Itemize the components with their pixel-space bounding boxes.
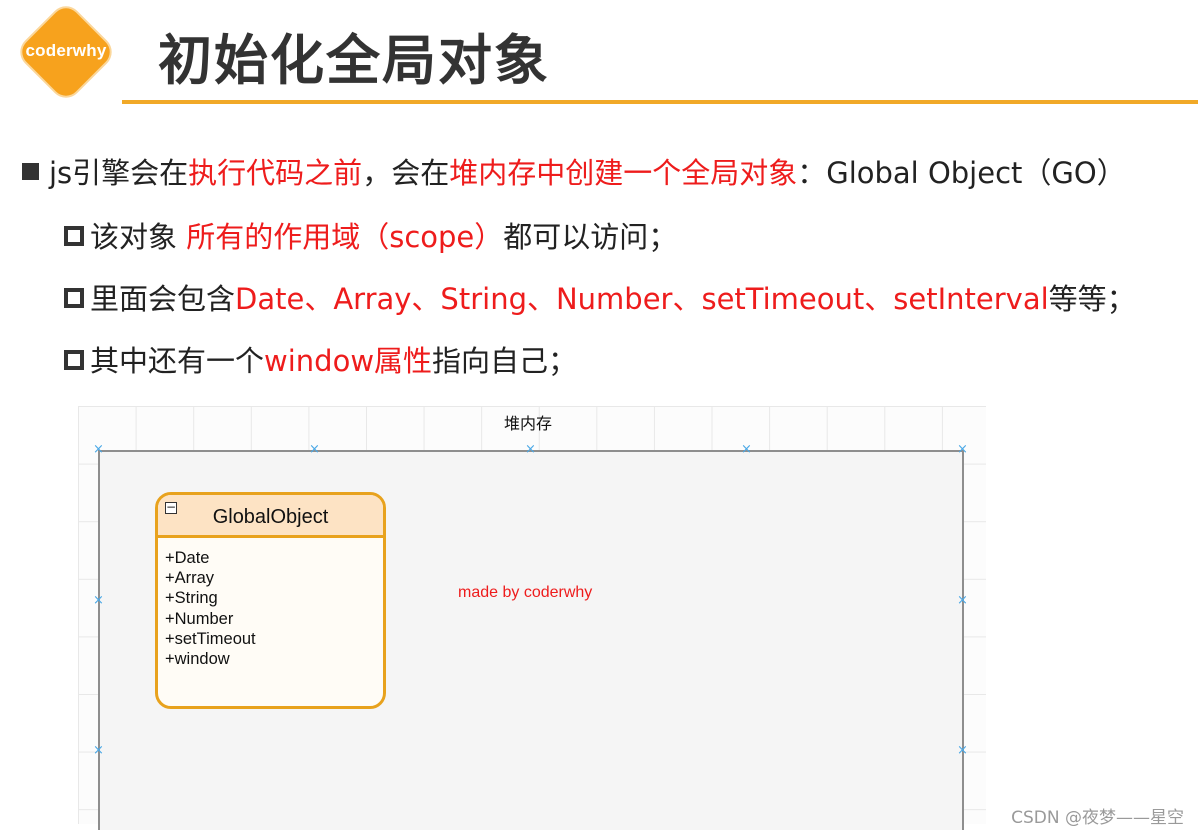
plain-text: 里面会包含 <box>90 282 236 316</box>
bullet-sub-window-text: 其中还有一个window属性指向自己； <box>90 344 577 378</box>
heap-memory-label: 堆内存 <box>504 414 553 433</box>
class-members-list: +Date +Array +String +Number +setTimeout… <box>158 538 383 669</box>
resize-handle-icon[interactable]: × <box>957 443 968 456</box>
highlighted-text: 所有的作用域（scope） <box>186 220 504 254</box>
resize-handle-icon[interactable]: × <box>93 594 104 607</box>
resize-handle-icon[interactable]: × <box>309 443 320 456</box>
made-by-annotation: made by coderwhy <box>458 584 593 601</box>
resize-handle-icon[interactable]: × <box>93 744 104 757</box>
global-object-class-box[interactable]: − GlobalObject +Date +Array +String +Num… <box>155 492 386 709</box>
plain-text: ，会在 <box>362 156 450 190</box>
highlighted-text: window属性 <box>264 344 433 378</box>
class-member: +Array <box>165 569 215 588</box>
class-box-header: − GlobalObject <box>158 495 383 538</box>
plain-text: 该对象 <box>90 220 187 254</box>
bullet-sub-scope: 该对象 所有的作用域（scope）都可以访问； <box>64 214 677 256</box>
bullet-sub-contains-text: 里面会包含Date、Array、String、Number、setTimeout… <box>90 282 1136 316</box>
filled-square-bullet-icon <box>22 163 39 180</box>
plain-text: js引擎会在 <box>49 156 189 190</box>
class-member: +Date <box>165 549 210 567</box>
bullet-main-text: js引擎会在执行代码之前，会在堆内存中创建一个全局对象：Global Objec… <box>49 156 1126 190</box>
bullet-sub-contains: 里面会包含Date、Array、String、Number、setTimeout… <box>64 276 1136 318</box>
hollow-square-bullet-icon <box>64 288 84 308</box>
coderwhy-logo: coderwhy <box>16 2 116 102</box>
resize-handle-icon[interactable]: × <box>93 443 104 456</box>
class-member: +String <box>165 589 218 608</box>
title-divider <box>122 100 1198 104</box>
highlighted-text: 执行代码之前 <box>188 156 363 190</box>
class-member: +window <box>165 650 230 669</box>
bullet-sub-window: 其中还有一个window属性指向自己； <box>64 338 577 380</box>
csdn-watermark: CSDN @夜梦——星空 <box>1011 808 1184 828</box>
logo-text: coderwhy <box>25 41 107 60</box>
hollow-square-bullet-icon <box>64 226 84 246</box>
plain-text: 等等； <box>1048 282 1136 316</box>
resize-handle-icon[interactable]: × <box>957 594 968 607</box>
resize-handle-icon[interactable]: × <box>525 443 536 456</box>
plain-text: ：Global Object（GO） <box>797 156 1126 190</box>
resize-handle-icon[interactable]: × <box>741 443 752 456</box>
plain-text: 其中还有一个 <box>90 344 265 378</box>
page-title: 初始化全局对象 <box>158 29 550 92</box>
class-box-title: GlobalObject <box>212 506 329 528</box>
highlighted-text: Date、Array、String、Number、setTimeout、setI… <box>235 282 1049 316</box>
bullet-main: js引擎会在执行代码之前，会在堆内存中创建一个全局对象：Global Objec… <box>22 150 1126 192</box>
plain-text: 指向自己； <box>432 344 578 378</box>
class-member: +setTimeout <box>165 629 256 648</box>
highlighted-text: 堆内存中创建一个全局对象 <box>449 156 798 190</box>
class-member: +Number <box>165 609 234 628</box>
bullet-sub-scope-text: 该对象 所有的作用域（scope）都可以访问； <box>90 220 677 254</box>
resize-handle-icon[interactable]: × <box>957 744 968 757</box>
plain-text: 都可以访问； <box>503 220 678 254</box>
hollow-square-bullet-icon <box>64 350 84 370</box>
